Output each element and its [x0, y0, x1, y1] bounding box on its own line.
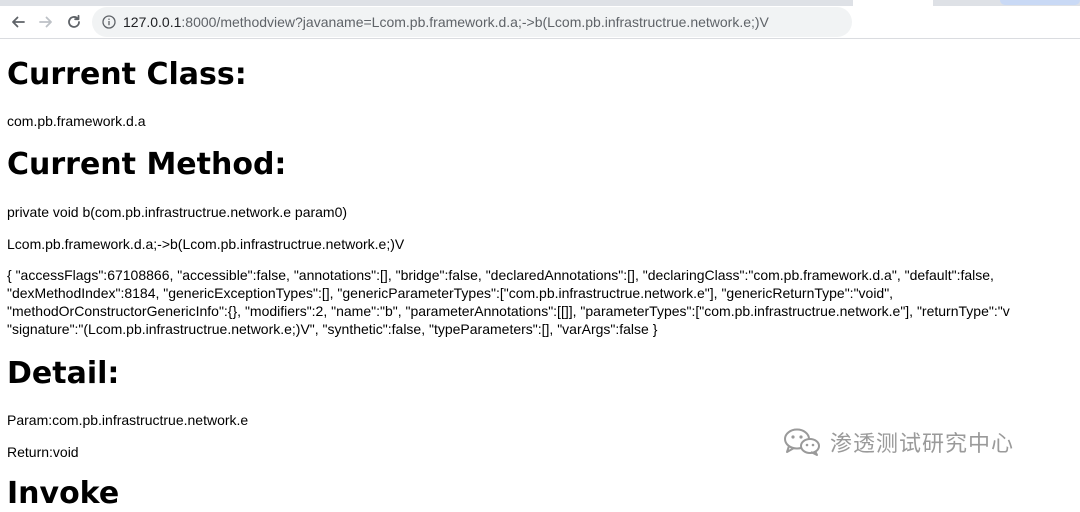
param-text: Param:com.pb.infrastructrue.network.e: [7, 412, 249, 428]
info-icon[interactable]: [102, 15, 116, 29]
method-json-line: "signature":"(Lcom.pb.infrastructrue.net…: [7, 321, 658, 337]
watermark-text: 渗透测试研究中心: [830, 432, 1015, 457]
return-text: Return:void: [7, 444, 79, 460]
method-javaname: Lcom.pb.framework.d.a;->b(Lcom.pb.infras…: [7, 236, 405, 252]
current-class-heading: Current Class:: [7, 57, 247, 92]
url-text[interactable]: 127.0.0.1:8000/methodview?javaname=Lcom.…: [123, 14, 769, 30]
next-section-heading: Invoke: [7, 476, 120, 511]
wechat-logo-icon: [784, 428, 820, 456]
browser-toolbar: 127.0.0.1:8000/methodview?javaname=Lcom.…: [0, 6, 1080, 39]
current-class-value: com.pb.framework.d.a: [7, 113, 146, 129]
forward-button[interactable]: [34, 10, 58, 34]
current-method-heading: Current Method:: [7, 147, 287, 182]
method-signature: private void b(com.pb.infrastructrue.net…: [7, 204, 348, 220]
url-path: :8000/methodview?javaname=Lcom.pb.framew…: [181, 14, 769, 30]
method-json-line: { "accessFlags":67108866, "accessible":f…: [7, 267, 994, 283]
method-json: { "accessFlags":67108866, "accessible":f…: [7, 266, 1080, 338]
reload-button[interactable]: [62, 10, 86, 34]
arrow-right-icon: [39, 16, 52, 28]
detail-heading: Detail:: [7, 356, 120, 391]
url-host: 127.0.0.1: [123, 14, 182, 30]
address-bar[interactable]: 127.0.0.1:8000/methodview?javaname=Lcom.…: [92, 7, 852, 37]
method-json-line: "dexMethodIndex":8184, "genericException…: [7, 285, 894, 301]
arrow-left-icon: [12, 16, 25, 28]
watermark: 渗透测试研究中心: [782, 425, 1014, 459]
method-json-line: "methodOrConstructorGenericInfo":{}, "mo…: [7, 303, 1010, 319]
reload-icon: [68, 14, 80, 28]
back-button[interactable]: [6, 10, 30, 34]
tab-pill[interactable]: [1000, 0, 1080, 5]
